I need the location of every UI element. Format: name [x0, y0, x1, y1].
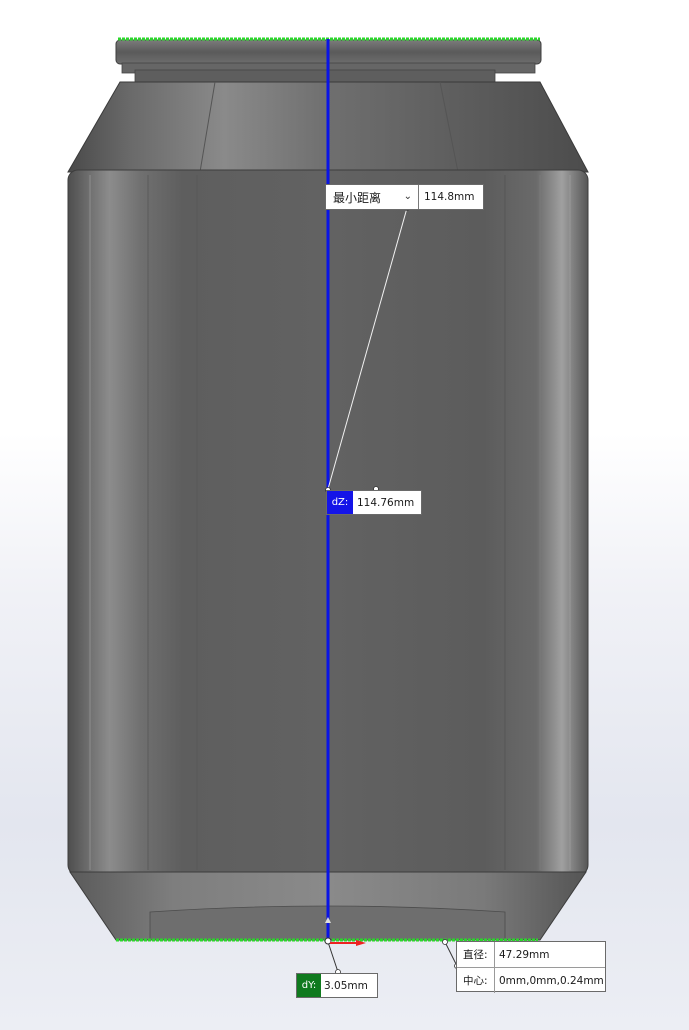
graphics-viewport[interactable]: 最小距离 ⌄ 114.8mm dZ: 114.76mm dY: 3.05mm 直… [0, 0, 689, 1030]
center-label: 中心: [457, 968, 495, 993]
min-distance-callout[interactable]: 最小距离 ⌄ 114.8mm [325, 184, 484, 210]
dy-leader [327, 941, 339, 973]
dy-tag: dY: [297, 974, 321, 997]
center-value: 0mm,0mm,0.24mm [499, 974, 604, 987]
dz-tag: dZ: [327, 491, 353, 514]
diameter-value: 47.29mm [499, 948, 550, 961]
circle-info-callout[interactable]: 直径: 47.29mm 中心: 0mm,0mm,0.24mm [456, 941, 606, 993]
dz-value: 114.76mm [357, 496, 415, 509]
dy-value: 3.05mm [324, 979, 368, 992]
min-distance-value: 114.8mm [424, 191, 475, 203]
dy-callout[interactable]: dY: 3.05mm [296, 973, 378, 998]
diameter-label: 直径: [457, 942, 495, 967]
dz-callout[interactable]: dZ: 114.76mm [326, 490, 422, 515]
measure-mode-dropdown[interactable]: 最小距离 ⌄ [326, 185, 419, 209]
measure-mode-label: 最小距离 [333, 190, 382, 205]
chevron-down-icon[interactable]: ⌄ [404, 191, 412, 202]
can-model[interactable] [0, 0, 689, 1030]
